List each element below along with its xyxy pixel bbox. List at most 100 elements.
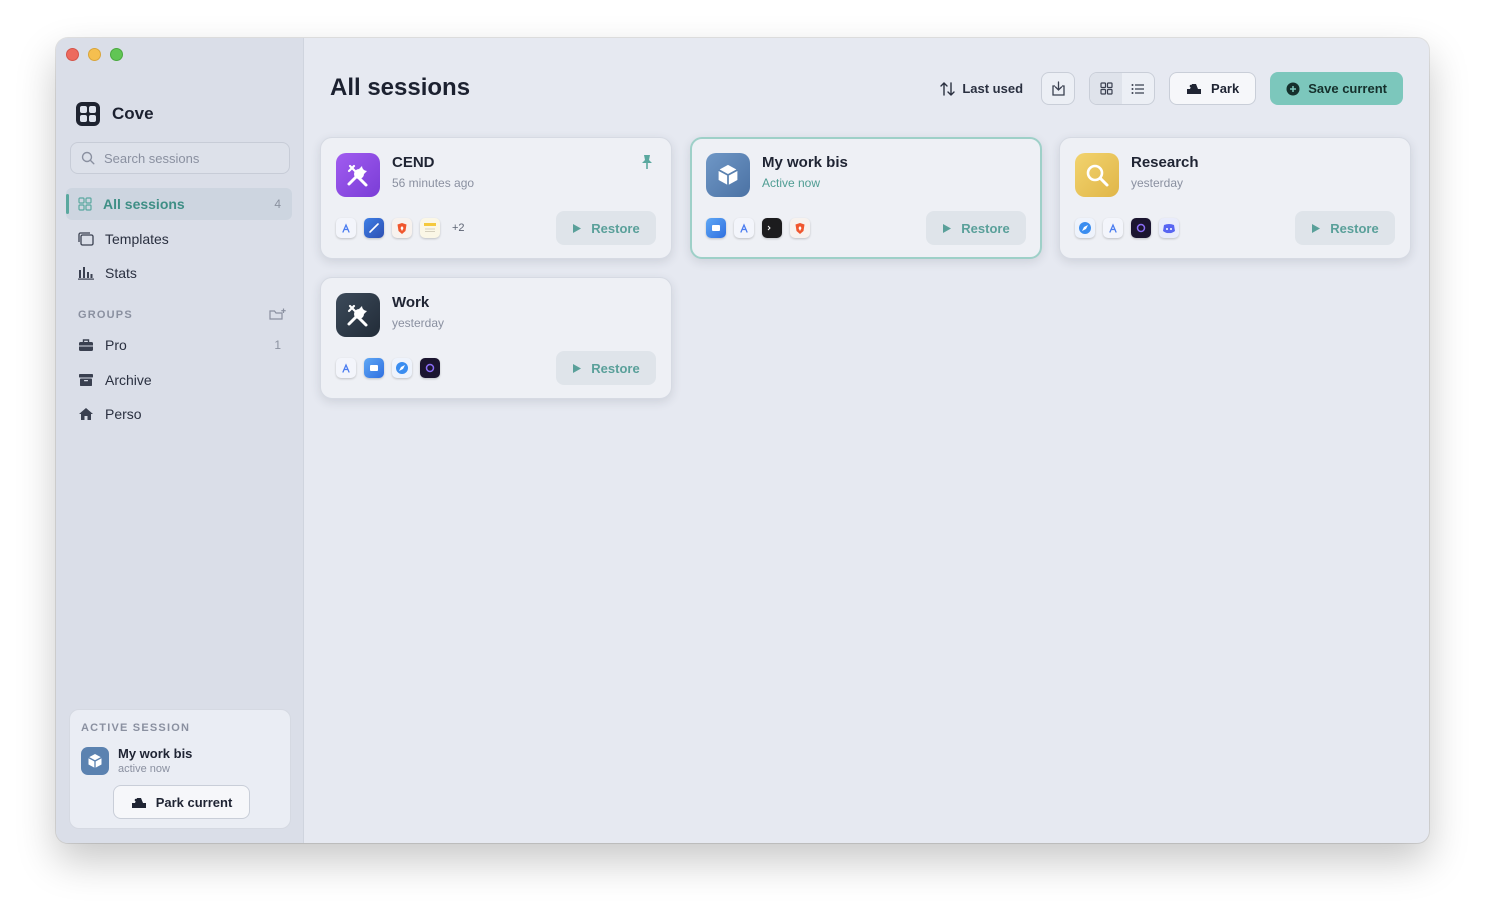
sort-button[interactable]: Last used xyxy=(936,81,1027,96)
import-button[interactable] xyxy=(1041,72,1076,105)
app-window: Cove All sessions 4 Templates Stats GROU… xyxy=(56,38,1429,843)
park-current-button[interactable]: Park current xyxy=(113,785,250,819)
restore-label: Restore xyxy=(1330,220,1379,236)
brave-icon xyxy=(790,218,810,238)
session-title: CEND xyxy=(392,154,435,171)
close-window-button[interactable] xyxy=(66,48,79,61)
plus-circle-icon xyxy=(1286,82,1300,95)
sidebar-item-archive[interactable]: Archive xyxy=(66,364,292,396)
app-store-icon xyxy=(336,358,356,378)
maximize-window-button[interactable] xyxy=(110,48,123,61)
sidebar-item-count: 1 xyxy=(274,338,281,352)
park-icon xyxy=(131,797,146,808)
new-folder-icon[interactable] xyxy=(269,308,286,321)
briefcase-icon xyxy=(79,339,93,351)
cube-icon xyxy=(81,746,109,775)
play-icon xyxy=(943,223,952,233)
restore-label: Restore xyxy=(961,220,1010,236)
session-subtitle: yesterday xyxy=(392,316,445,330)
session-apps xyxy=(336,358,440,378)
park-current-label: Park current xyxy=(155,794,233,810)
page-title: All sessions xyxy=(330,74,471,101)
session-apps xyxy=(1075,218,1179,238)
list-view-button[interactable] xyxy=(1122,73,1154,104)
session-apps xyxy=(706,218,810,238)
list-view-icon xyxy=(1131,83,1145,94)
stats-icon xyxy=(78,267,94,280)
brand: Cove xyxy=(76,102,154,126)
cove-logo-icon xyxy=(76,102,100,126)
grid-icon xyxy=(78,197,92,211)
active-session-label: ACTIVE SESSION xyxy=(81,722,191,734)
search-icon xyxy=(81,151,95,165)
discord-icon xyxy=(1159,218,1179,238)
session-subtitle: yesterday xyxy=(1131,176,1184,190)
restore-button[interactable]: Restore xyxy=(1295,211,1395,245)
groups-list: Pro 1 Archive Perso xyxy=(66,329,292,433)
sidebar-item-stats[interactable]: Stats xyxy=(66,257,292,289)
sort-arrows-icon xyxy=(940,81,956,96)
sidebar-item-perso[interactable]: Perso xyxy=(66,398,292,430)
session-card-research[interactable]: Research yesterday Restore xyxy=(1059,137,1411,259)
save-current-button[interactable]: Save current xyxy=(1270,72,1403,105)
active-session-name: My work bis xyxy=(118,746,193,761)
dark-app-icon xyxy=(420,358,440,378)
active-session-status: active now xyxy=(118,763,170,775)
restore-label: Restore xyxy=(591,220,640,236)
session-subtitle: Active now xyxy=(762,176,821,190)
more-apps-count: +2 xyxy=(452,222,465,234)
restore-button[interactable]: Restore xyxy=(556,351,656,385)
search-box[interactable] xyxy=(70,142,290,174)
play-icon xyxy=(1312,223,1321,233)
terminal-icon xyxy=(762,218,782,238)
sidebar-item-label: Templates xyxy=(105,230,169,247)
park-button[interactable]: Park xyxy=(1169,72,1257,105)
sidebar-item-pro[interactable]: Pro 1 xyxy=(66,329,292,361)
house-icon xyxy=(79,408,93,420)
session-apps: +2 xyxy=(336,218,465,238)
sidebar-item-all-sessions[interactable]: All sessions 4 xyxy=(66,188,292,220)
archive-icon xyxy=(79,373,93,386)
safari-icon xyxy=(392,358,412,378)
magnifier-icon xyxy=(1075,153,1119,197)
restore-button[interactable]: Restore xyxy=(926,211,1026,245)
restore-button[interactable]: Restore xyxy=(556,211,656,245)
app-name: Cove xyxy=(112,104,154,123)
import-icon xyxy=(1051,81,1065,96)
search-input[interactable] xyxy=(104,150,284,166)
finder-icon xyxy=(364,358,384,378)
session-title: My work bis xyxy=(762,154,848,171)
notes-icon xyxy=(420,218,440,238)
session-title: Work xyxy=(392,294,430,311)
play-icon xyxy=(573,363,582,373)
session-card-cend[interactable]: CEND 56 minutes ago +2 Restore xyxy=(320,137,672,259)
park-icon xyxy=(1187,84,1202,94)
grid-view-icon xyxy=(1099,82,1113,95)
session-card-work[interactable]: Work yesterday Restore xyxy=(320,277,672,399)
session-card-my-work-bis[interactable]: My work bis Active now Restore xyxy=(690,137,1042,259)
tools-icon xyxy=(336,153,380,197)
active-session-info: My work bis active now xyxy=(81,746,192,775)
groups-title: GROUPS xyxy=(78,308,133,321)
view-toggle xyxy=(1089,72,1156,105)
grid-view-button[interactable] xyxy=(1090,73,1123,104)
sidebar-item-label: Stats xyxy=(105,265,137,281)
session-title: Research xyxy=(1131,154,1199,171)
sidebar-item-count: 4 xyxy=(274,197,281,211)
sidebar-item-label: Perso xyxy=(105,406,142,422)
templates-icon xyxy=(78,231,94,246)
minimize-window-button[interactable] xyxy=(88,48,101,61)
app-store-icon xyxy=(734,218,754,238)
app-store-icon xyxy=(1103,218,1123,238)
safari-icon xyxy=(1075,218,1095,238)
dark-app-icon xyxy=(1131,218,1151,238)
app-store-icon xyxy=(336,218,356,238)
session-subtitle: 56 minutes ago xyxy=(392,176,475,190)
sidebar-item-templates[interactable]: Templates xyxy=(66,223,292,255)
park-label: Park xyxy=(1211,81,1240,96)
cube-icon xyxy=(706,153,750,197)
tools-icon xyxy=(336,293,380,337)
groups-header: GROUPS xyxy=(78,308,286,321)
sidebar-item-label: Archive xyxy=(105,371,152,388)
pin-icon[interactable] xyxy=(640,154,654,170)
